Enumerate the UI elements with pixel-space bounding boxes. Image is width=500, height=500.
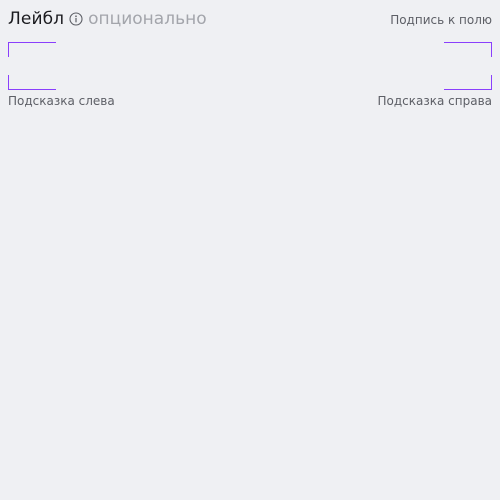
- focus-corner-bottom-right: [444, 75, 492, 90]
- info-icon[interactable]: [69, 12, 83, 26]
- label-row: Лейбл опционально Подпись к полю: [8, 8, 492, 32]
- hint-right: Подсказка справа: [377, 94, 493, 108]
- focus-corner-top-left: [8, 42, 56, 57]
- field-label: Лейбл: [8, 9, 65, 29]
- text-input[interactable]: [8, 42, 492, 90]
- optional-label: опционально: [88, 9, 207, 29]
- hint-row: Подсказка слева Подсказка справа: [8, 94, 492, 110]
- focus-corner-top-right: [444, 42, 492, 57]
- hint-left: Подсказка слева: [8, 94, 115, 108]
- text-field: Лейбл опционально Подпись к полю Подсказ…: [8, 8, 492, 108]
- label-group: Лейбл опционально: [8, 8, 207, 30]
- field-caption: Подпись к полю: [390, 13, 492, 27]
- focus-corner-bottom-left: [8, 75, 56, 90]
